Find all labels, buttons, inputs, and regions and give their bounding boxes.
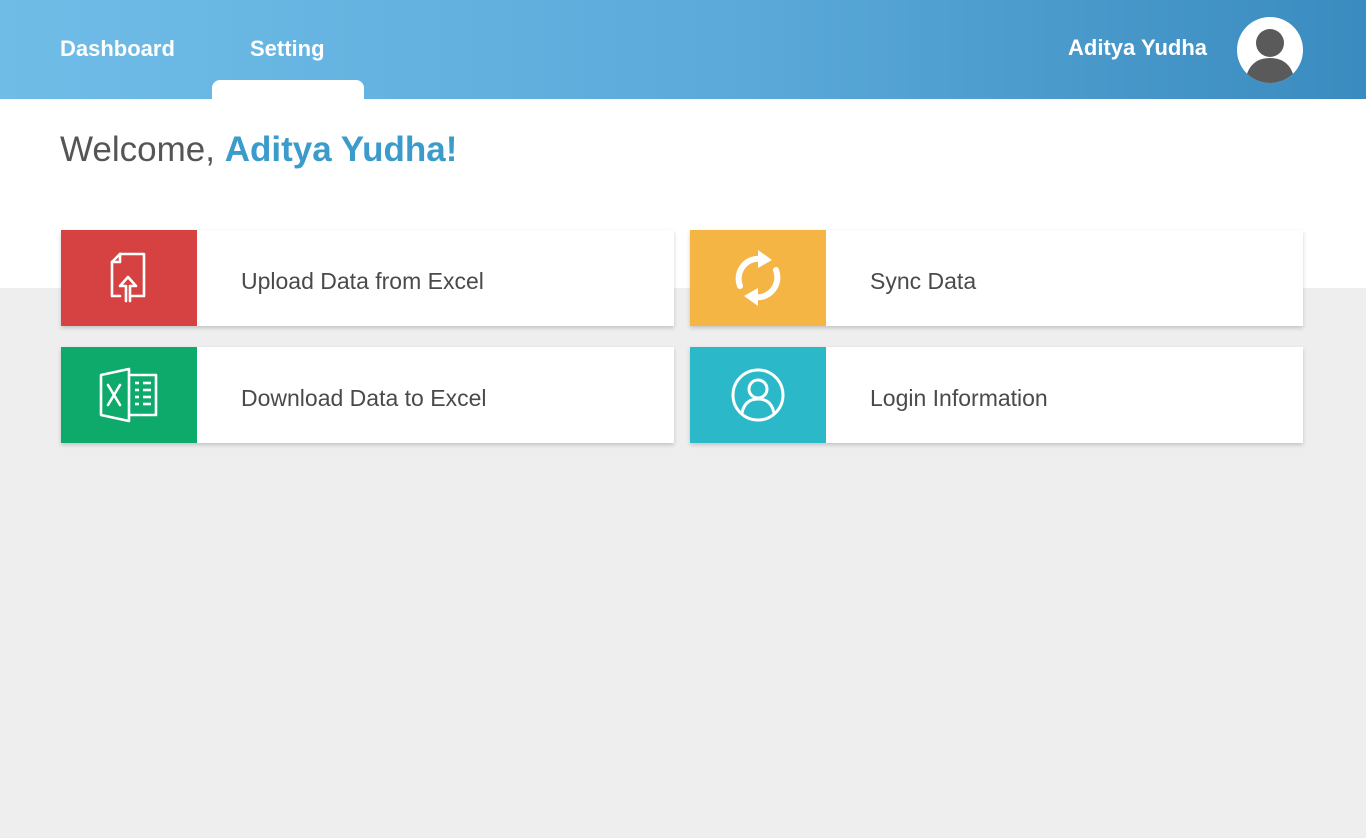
login-information-label: Login Information: [870, 385, 1048, 411]
top-header: Dashboard Setting Aditya Yudha: [0, 0, 1366, 99]
download-tile: [61, 347, 197, 443]
sync-data-label: Sync Data: [870, 268, 977, 294]
user-circle-icon: [731, 368, 785, 422]
user-silhouette-icon: [1245, 29, 1295, 83]
download-data-card[interactable]: Download Data to Excel: [61, 347, 674, 443]
welcome-prefix: Welcome,: [60, 130, 225, 169]
avatar[interactable]: [1237, 17, 1303, 83]
login-tile: [690, 347, 826, 443]
active-tab-indicator: [212, 80, 364, 99]
sync-tile: [690, 230, 826, 326]
sync-data-card[interactable]: Sync Data: [690, 230, 1303, 326]
tab-dashboard[interactable]: Dashboard: [60, 36, 175, 62]
user-name[interactable]: Aditya Yudha: [1068, 35, 1207, 61]
upload-data-label: Upload Data from Excel: [241, 268, 484, 294]
file-upload-icon: [110, 252, 146, 303]
download-data-label: Download Data to Excel: [241, 385, 487, 411]
upload-data-card[interactable]: Upload Data from Excel: [61, 230, 674, 326]
excel-icon: [99, 367, 158, 423]
login-information-card[interactable]: Login Information: [690, 347, 1303, 443]
welcome-user-name: Aditya Yudha!: [224, 130, 458, 169]
welcome-heading: Welcome, Aditya Yudha!: [60, 130, 457, 170]
tab-setting[interactable]: Setting: [250, 36, 325, 62]
upload-tile: [61, 230, 197, 326]
sync-icon: [735, 250, 781, 306]
